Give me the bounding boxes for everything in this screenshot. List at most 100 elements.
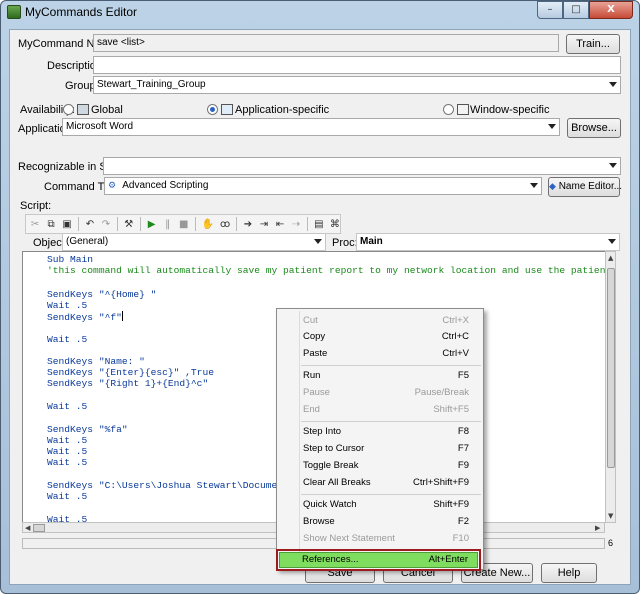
description-field[interactable] xyxy=(93,56,621,74)
chevron-down-icon xyxy=(609,163,617,168)
menu-item-cut[interactable]: Cut Ctrl+X xyxy=(303,313,469,329)
stop-icon[interactable]: ■ xyxy=(179,219,189,230)
menu-item-run[interactable]: Run F5 xyxy=(303,368,469,384)
menu-item-label: Pause xyxy=(303,387,330,398)
step-cursor-icon[interactable]: ⇥ xyxy=(259,219,269,230)
states-dropdown[interactable] xyxy=(103,157,621,175)
object-value: (General) xyxy=(66,236,109,247)
scroll-down-icon[interactable]: ▼ xyxy=(608,512,613,520)
menu-item-label: Clear All Breaks xyxy=(303,477,371,488)
train-button[interactable]: Train... xyxy=(566,34,620,54)
menu-item-label: Paste xyxy=(303,348,328,359)
menu-item-step-to-cursor[interactable]: Step to Cursor F7 xyxy=(303,441,469,457)
code-line: 'this command will automatically save my… xyxy=(47,265,608,276)
help-button[interactable]: Help xyxy=(541,563,597,583)
run-icon[interactable]: ▶ xyxy=(147,219,157,230)
paste-icon[interactable]: ▣ xyxy=(62,219,72,230)
menu-item-show-next-statement[interactable]: Show Next Statement F10 xyxy=(303,531,469,547)
menu-separator xyxy=(301,494,481,495)
menu-item-references[interactable]: References... Alt+Enter xyxy=(302,552,468,568)
menu-item-end[interactable]: End Shift+F5 xyxy=(303,402,469,418)
menu-item-toggle-break[interactable]: Toggle Break F9 xyxy=(303,458,469,474)
radio-application-specific[interactable] xyxy=(207,104,218,115)
menu-item-shortcut: F8 xyxy=(457,426,469,437)
window-title: MyCommands Editor xyxy=(25,5,138,19)
clear-breaks-icon[interactable]: ⇤ xyxy=(275,219,285,230)
command-type-value: Advanced Scripting xyxy=(122,180,209,191)
chevron-down-icon xyxy=(314,239,322,244)
menu-item-step-into[interactable]: Step Into F8 xyxy=(303,424,469,440)
proc-label: Proc: xyxy=(332,237,358,249)
pause-icon[interactable]: ‖ xyxy=(163,219,173,230)
browse-button[interactable]: Browse... xyxy=(567,118,621,138)
menu-item-copy[interactable]: Copy Ctrl+C xyxy=(303,329,469,345)
cut-icon[interactable]: ✂ xyxy=(30,219,40,230)
toolbar-divider xyxy=(307,217,308,231)
code-line: SendKeys "^{Home} " xyxy=(47,289,157,300)
menu-item-paste[interactable]: Paste Ctrl+V xyxy=(303,346,469,362)
code-line: Wait .5 xyxy=(47,435,88,446)
application-value: Microsoft Word xyxy=(66,121,134,132)
vertical-scroll-thumb[interactable] xyxy=(607,268,615,468)
undo-icon[interactable]: ↶ xyxy=(85,219,95,230)
references-icon[interactable]: ▤ xyxy=(314,219,324,230)
line-number-indicator: 6 xyxy=(607,538,613,548)
menu-item-label: Cut xyxy=(303,315,318,326)
code-line: SendKeys "C:\Users\Joshua Stewart\Docume… xyxy=(47,480,301,491)
menu-item-shortcut: Ctrl+Shift+F9 xyxy=(413,477,469,488)
code-line: SendKeys "Name: " xyxy=(47,356,145,367)
menu-item-shortcut: F2 xyxy=(457,516,469,527)
radio-window-specific[interactable] xyxy=(443,104,454,115)
mycommand-name-field[interactable]: save <list> xyxy=(93,34,559,52)
menu-item-pause[interactable]: Pause Pause/Break xyxy=(303,385,469,401)
menu-item-shortcut: F7 xyxy=(457,443,469,454)
menu-item-label: Quick Watch xyxy=(303,499,357,510)
menu-item-browse[interactable]: Browse F2 xyxy=(303,514,469,530)
quick-watch-icon[interactable]: ꝏ xyxy=(220,219,230,230)
proc-dropdown[interactable]: Main xyxy=(356,233,620,251)
command-type-dropdown[interactable]: ⚙ Advanced Scripting xyxy=(104,177,542,195)
scroll-right-icon[interactable]: ▶ xyxy=(595,524,600,532)
menu-item-quick-watch[interactable]: Quick Watch Shift+F9 xyxy=(303,497,469,513)
menu-item-shortcut: Ctrl+X xyxy=(442,315,469,326)
code-line: Sub Main xyxy=(47,254,94,265)
toolbar-divider xyxy=(194,217,196,231)
menu-item-clear-all-breaks[interactable]: Clear All Breaks Ctrl+Shift+F9 xyxy=(303,475,469,491)
menu-item-label: End xyxy=(303,404,320,415)
windows-icon xyxy=(457,104,469,115)
code-line: Wait .5 xyxy=(47,334,88,345)
application-dropdown[interactable]: Microsoft Word xyxy=(62,118,560,136)
minimize-button[interactable]: – xyxy=(537,1,563,19)
menu-item-shortcut: Alt+Enter xyxy=(428,554,468,565)
redo-icon[interactable]: ↷ xyxy=(101,219,111,230)
name-editor-button[interactable]: ◆ Name Editor... xyxy=(548,177,622,197)
radio-global[interactable] xyxy=(63,104,74,115)
maximize-button[interactable]: □ xyxy=(563,1,589,19)
close-button[interactable]: X xyxy=(589,1,633,19)
menu-item-shortcut: F10 xyxy=(452,533,469,544)
toolbar-divider xyxy=(236,217,237,231)
title-bar[interactable]: MyCommands Editor – □ X xyxy=(1,1,639,25)
show-next-icon[interactable]: ⇢ xyxy=(291,219,301,230)
step-into-icon[interactable]: ➔ xyxy=(243,219,253,230)
horizontal-scroll-thumb[interactable] xyxy=(33,524,45,532)
browse-icon[interactable]: ⌘ xyxy=(330,219,340,230)
code-line: Wait .5 xyxy=(47,401,88,412)
menu-item-label: Run xyxy=(303,370,321,381)
toggle-break-icon[interactable]: ✋ xyxy=(201,219,213,230)
chevron-down-icon xyxy=(548,124,556,129)
group-dropdown[interactable]: Stewart_Training_Group xyxy=(93,76,621,94)
code-line: SendKeys "^f" xyxy=(47,312,122,323)
scroll-up-icon[interactable]: ▲ xyxy=(608,254,613,262)
toolbar-divider xyxy=(117,217,118,231)
copy-icon[interactable]: ⧉ xyxy=(46,219,56,230)
proc-value: Main xyxy=(360,236,383,247)
chevron-down-icon xyxy=(609,82,617,87)
dialog-editor-icon[interactable]: ⚒ xyxy=(124,219,134,230)
vertical-scrollbar[interactable]: ▲ ▼ xyxy=(605,251,616,523)
text-caret xyxy=(121,311,123,321)
chevron-down-icon xyxy=(530,183,538,188)
scroll-left-icon[interactable]: ◀ xyxy=(25,524,30,532)
script-gear-icon: ⚙ xyxy=(108,181,117,191)
object-dropdown[interactable]: (General) xyxy=(62,233,326,251)
